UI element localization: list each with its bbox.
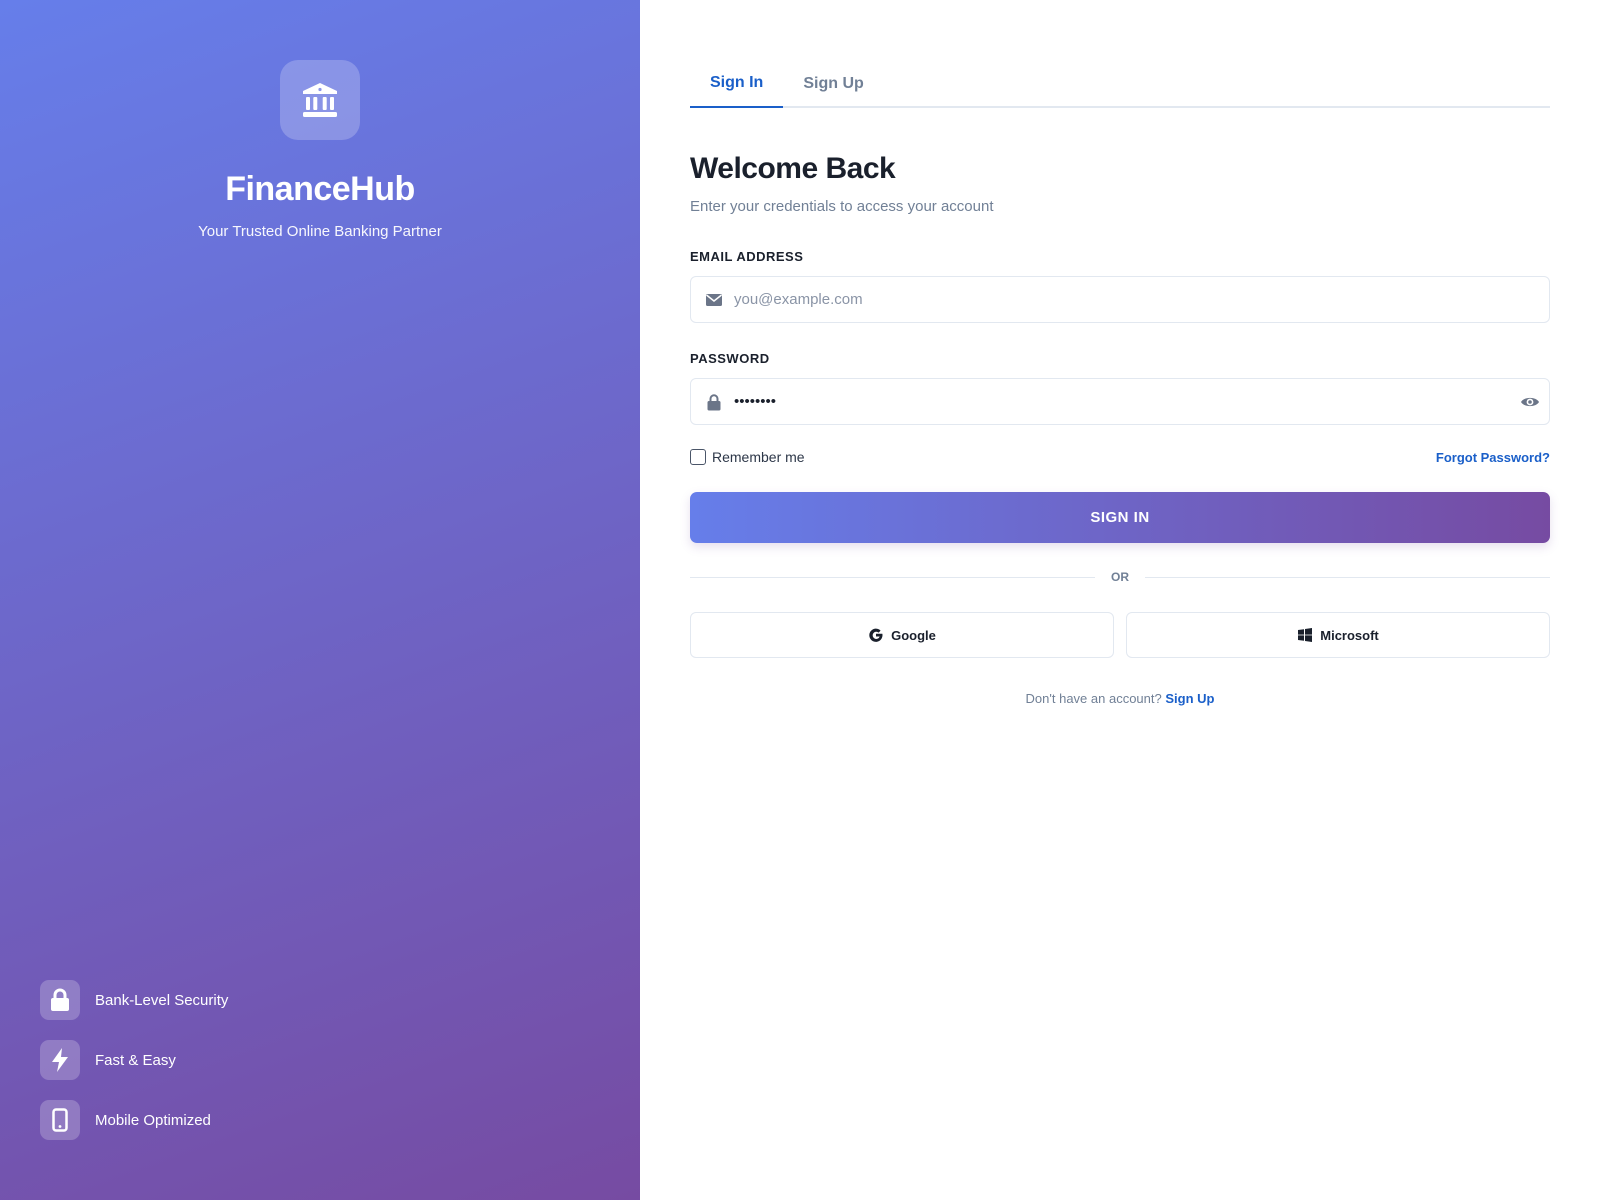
social-login: Google Microsoft: [690, 612, 1550, 658]
divider-line: [690, 576, 1095, 578]
or-divider: OR: [690, 567, 1550, 587]
divider-label: OR: [1111, 570, 1129, 584]
feature-label: Mobile Optimized: [95, 1111, 211, 1129]
envelope-icon: [705, 291, 723, 309]
microsoft-button[interactable]: Microsoft: [1126, 612, 1550, 658]
lock-icon: [51, 988, 69, 1011]
brand-name: FinanceHub: [225, 170, 415, 208]
google-icon: [868, 627, 884, 643]
feature-icon-box: [40, 1040, 80, 1080]
feature-item-security: Bank-Level Security: [40, 980, 228, 1020]
lightning-icon: [52, 1048, 68, 1072]
windows-icon: [1297, 627, 1313, 643]
feature-icon-box: [40, 980, 80, 1020]
password-input[interactable]: [691, 379, 1549, 424]
signup-link[interactable]: Sign Up: [1165, 691, 1214, 706]
password-field-wrapper: [690, 378, 1550, 425]
google-label: Google: [891, 627, 936, 643]
feature-item-mobile: Mobile Optimized: [40, 1100, 228, 1140]
signin-options: Remember me Forgot Password?: [690, 447, 1550, 467]
brand-panel: FinanceHub Your Trusted Online Banking P…: [0, 0, 640, 1200]
mobile-icon: [52, 1108, 68, 1132]
email-field-wrapper: [690, 276, 1550, 323]
email-label: EMAIL ADDRESS: [690, 249, 804, 264]
eye-icon[interactable]: [1519, 393, 1541, 411]
password-label: PASSWORD: [690, 351, 770, 366]
remember-label: Remember me: [712, 449, 805, 465]
login-page: FinanceHub Your Trusted Online Banking P…: [0, 0, 1600, 1200]
bank-icon: [303, 83, 337, 117]
email-input[interactable]: [691, 277, 1549, 322]
sign-in-button[interactable]: SIGN IN: [690, 492, 1550, 543]
microsoft-label: Microsoft: [1320, 627, 1379, 643]
feature-icon-box: [40, 1100, 80, 1140]
remember-checkbox[interactable]: [690, 449, 706, 465]
brand-header: FinanceHub Your Trusted Online Banking P…: [0, 60, 640, 240]
page-subtitle: Enter your credentials to access your ac…: [690, 198, 994, 215]
tab-sign-in[interactable]: Sign In: [690, 60, 784, 108]
google-button[interactable]: Google: [690, 612, 1114, 658]
remember-me: Remember me: [690, 449, 805, 465]
lock-icon: [705, 393, 723, 411]
feature-list: Bank-Level Security Fast & Easy Mobile O…: [40, 980, 228, 1160]
brand-logo: [280, 60, 360, 140]
no-account-text: Don't have an account?: [1025, 691, 1162, 706]
feature-label: Bank-Level Security: [95, 991, 229, 1009]
brand-tagline: Your Trusted Online Banking Partner: [198, 223, 442, 240]
tab-sign-up[interactable]: Sign Up: [783, 60, 883, 108]
feature-label: Fast & Easy: [95, 1051, 176, 1069]
feature-item-fast: Fast & Easy: [40, 1040, 228, 1080]
auth-tabs: Sign In Sign Up: [690, 60, 1550, 108]
signin-form: Sign In Sign Up Welcome Back Enter your …: [690, 60, 1550, 706]
divider-line: [1145, 576, 1550, 578]
form-panel: Sign In Sign Up Welcome Back Enter your …: [640, 0, 1600, 1200]
signup-prompt: Don't have an account? Sign Up: [690, 691, 1550, 706]
page-title: Welcome Back: [690, 152, 896, 185]
forgot-password-link[interactable]: Forgot Password?: [1436, 450, 1550, 465]
